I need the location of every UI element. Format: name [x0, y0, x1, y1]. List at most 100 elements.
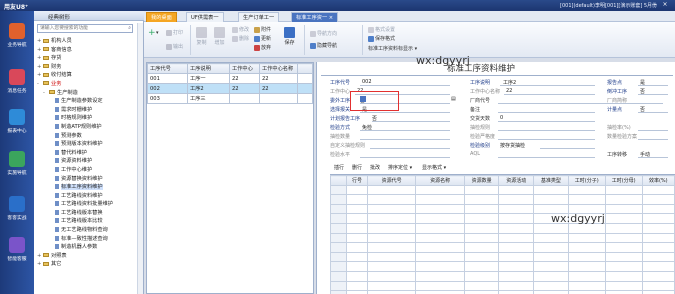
- field-underline[interactable]: [638, 157, 668, 158]
- nav-tree-item[interactable]: 资源替换资料维护: [37, 175, 141, 184]
- new-button[interactable]: +: [148, 28, 156, 38]
- detail-cell[interactable]: [604, 242, 643, 253]
- detail-cell[interactable]: [641, 290, 675, 294]
- field-underline[interactable]: [540, 148, 595, 149]
- dock-item[interactable]: 实施导航: [2, 151, 32, 176]
- nav-tree-item[interactable]: 工作中心维护: [37, 166, 141, 175]
- nav-scrollbar[interactable]: [137, 23, 143, 294]
- detail-cell[interactable]: [366, 290, 417, 294]
- detail-cell[interactable]: [533, 270, 569, 282]
- detail-cell[interactable]: [533, 184, 569, 196]
- save-format-button[interactable]: 保存格式: [368, 35, 395, 42]
- table-cell[interactable]: 22: [229, 83, 260, 94]
- detail-cell[interactable]: [533, 194, 569, 205]
- sort-locate-dropdown[interactable]: 排序定位 ▾: [388, 164, 412, 171]
- table-cell[interactable]: 22: [259, 83, 298, 94]
- detail-cell[interactable]: [641, 194, 675, 205]
- detail-cell[interactable]: [366, 261, 417, 272]
- insert-row-button[interactable]: 插行: [334, 164, 344, 171]
- detail-cell[interactable]: [346, 290, 368, 294]
- field-underline[interactable]: [638, 139, 668, 140]
- detail-column-header[interactable]: 资源数量: [463, 175, 500, 186]
- detail-row[interactable]: [329, 242, 675, 253]
- nav-tree-item[interactable]: 工艺路线版本比较: [37, 217, 141, 226]
- detail-column-header[interactable]: 资源代号: [366, 175, 417, 186]
- update-button[interactable]: 更新: [254, 35, 271, 42]
- detail-cell[interactable]: [533, 251, 569, 263]
- detail-cell[interactable]: [366, 242, 417, 253]
- nav-search-input[interactable]: [38, 25, 124, 32]
- detail-cell[interactable]: [604, 290, 643, 294]
- detail-cell[interactable]: [604, 203, 643, 215]
- row-header-cell[interactable]: [329, 242, 348, 253]
- field-underline[interactable]: [638, 85, 668, 86]
- detail-row[interactable]: [329, 270, 675, 282]
- detail-cell[interactable]: [463, 194, 500, 205]
- detail-cell[interactable]: [498, 242, 535, 253]
- field-underline[interactable]: [638, 112, 668, 113]
- detail-cell[interactable]: [346, 270, 368, 282]
- row-header-cell[interactable]: [329, 251, 348, 263]
- dock-item[interactable]: 业务导航: [2, 23, 32, 48]
- modify-button[interactable]: 修改: [232, 26, 249, 33]
- table-cell[interactable]: 22: [259, 73, 298, 84]
- detail-cell[interactable]: [463, 242, 500, 253]
- detail-row[interactable]: [329, 251, 675, 263]
- table-cell[interactable]: [259, 93, 298, 104]
- detail-cell[interactable]: [533, 232, 569, 244]
- row-header-cell[interactable]: [329, 270, 348, 282]
- detail-cell[interactable]: [604, 222, 643, 234]
- field-underline[interactable]: [498, 112, 595, 113]
- detail-cell[interactable]: [641, 251, 675, 263]
- dock-item[interactable]: 智能客服: [2, 237, 32, 262]
- field-underline[interactable]: [360, 130, 450, 131]
- detail-cell[interactable]: [415, 290, 465, 294]
- detail-cell[interactable]: [346, 213, 368, 224]
- save-button[interactable]: 保存: [284, 27, 295, 46]
- abandon-button[interactable]: 放弃: [254, 44, 271, 51]
- dock-item[interactable]: 客客实战: [2, 196, 32, 221]
- detail-cell[interactable]: [498, 184, 535, 196]
- detail-cell[interactable]: [533, 261, 569, 272]
- minimize-icon[interactable]: –: [651, 1, 659, 9]
- nav-tree-item[interactable]: + 客商信息: [37, 46, 141, 55]
- field-underline[interactable]: [504, 94, 595, 95]
- field-underline[interactable]: [498, 121, 595, 122]
- detail-cell[interactable]: [366, 213, 417, 224]
- detail-cell[interactable]: [346, 203, 368, 215]
- grid-column-header[interactable]: 工作中心: [229, 63, 260, 74]
- format-select[interactable]: 标准工序资料标显示 ▾: [368, 45, 417, 52]
- detail-cell[interactable]: [415, 194, 465, 205]
- detail-row[interactable]: [329, 222, 675, 234]
- field-underline[interactable]: [498, 130, 595, 131]
- detail-cell[interactable]: [346, 251, 368, 263]
- display-format-dropdown[interactable]: 显示格式 ▾: [422, 164, 446, 171]
- field-underline[interactable]: [638, 130, 668, 131]
- batch-edit-button[interactable]: 批改: [370, 164, 380, 171]
- detail-cell[interactable]: [641, 270, 675, 282]
- copy-button[interactable]: 复制: [196, 27, 207, 46]
- detail-column-header[interactable]: 效率(%): [641, 175, 675, 186]
- row-header-cell[interactable]: [329, 184, 348, 196]
- detail-cell[interactable]: [415, 222, 465, 234]
- detail-cell[interactable]: [604, 251, 643, 263]
- detail-row[interactable]: [329, 184, 675, 196]
- detail-cell[interactable]: [415, 184, 465, 196]
- row-header-cell[interactable]: [329, 203, 348, 215]
- detail-row[interactable]: [329, 290, 675, 294]
- detail-cell[interactable]: [366, 222, 417, 234]
- nav-tree-item[interactable]: - 业务: [37, 80, 141, 89]
- tab-production-order[interactable]: 生产订单工一: [238, 12, 280, 22]
- field-underline[interactable]: [498, 139, 595, 140]
- nav-tree-item[interactable]: + 财务: [37, 63, 141, 72]
- detail-cell[interactable]: [463, 203, 500, 215]
- detail-row[interactable]: [329, 203, 675, 215]
- table-cell[interactable]: 003: [147, 93, 188, 104]
- delete-button[interactable]: 删除: [232, 35, 249, 42]
- detail-cell[interactable]: [498, 222, 535, 234]
- detail-row[interactable]: [329, 194, 675, 205]
- field-underline[interactable]: [498, 103, 663, 104]
- nav-tree-item[interactable]: 工艺路线版本替换: [37, 209, 141, 218]
- detail-cell[interactable]: [463, 184, 500, 196]
- detail-cell[interactable]: [533, 290, 569, 294]
